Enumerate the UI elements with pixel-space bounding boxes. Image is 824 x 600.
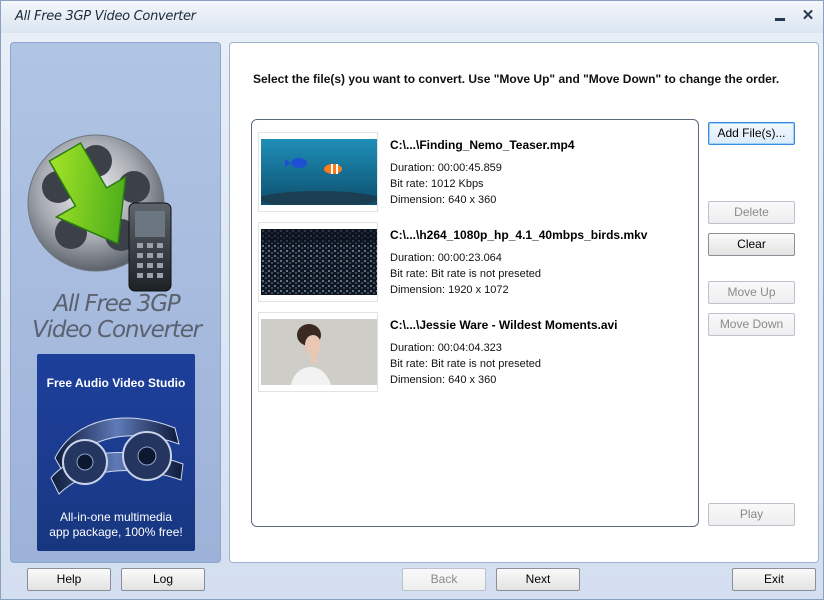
- file-duration: Duration: 00:04:04.323: [390, 342, 502, 354]
- main-panel: Select the file(s) you want to convert. …: [229, 42, 819, 563]
- close-button[interactable]: ✕: [797, 5, 819, 25]
- promo-desc-line1: All-in-one multimedia: [59, 510, 173, 524]
- file-list-item[interactable]: C:\...\Finding_Nemo_Teaser.mp4 Duration:…: [258, 132, 694, 214]
- promo-banner[interactable]: Free Audio Video Studio All-in-one multi…: [37, 354, 195, 551]
- add-files-button[interactable]: Add File(s)...: [708, 122, 795, 145]
- clear-button[interactable]: Clear: [708, 233, 795, 256]
- file-duration: Duration: 00:00:23.064: [390, 252, 502, 264]
- next-button[interactable]: Next: [496, 568, 580, 591]
- move-down-button[interactable]: Move Down: [708, 313, 795, 336]
- minimize-button[interactable]: [769, 5, 791, 25]
- file-bitrate: Bit rate: Bit rate is not preseted: [390, 268, 542, 280]
- help-button[interactable]: Help: [27, 568, 111, 591]
- file-name: C:\...\Jessie Ware - Wildest Moments.avi: [390, 318, 618, 332]
- log-button[interactable]: Log: [121, 568, 205, 591]
- promo-description: All-in-one multimedia app package, 100% …: [37, 510, 195, 540]
- file-bitrate: Bit rate: Bit rate is not preseted: [390, 358, 542, 370]
- exit-button[interactable]: Exit: [732, 568, 816, 591]
- app-logo: [21, 131, 201, 301]
- file-duration: Duration: 00:00:45.859: [390, 162, 502, 174]
- file-name: C:\...\Finding_Nemo_Teaser.mp4: [390, 138, 575, 152]
- file-dimension: Dimension: 640 x 360: [390, 374, 497, 386]
- close-icon: ✕: [801, 7, 815, 24]
- promo-desc-line2: app package, 100% free!: [49, 525, 183, 539]
- app-window: All Free 3GP Video Converter ✕ All Free …: [0, 0, 824, 600]
- file-list[interactable]: C:\...\Finding_Nemo_Teaser.mp4 Duration:…: [251, 119, 699, 527]
- video-thumbnail: [258, 312, 378, 392]
- file-name: C:\...\h264_1080p_hp_4.1_40mbps_birds.mk…: [390, 228, 648, 242]
- back-button[interactable]: Back: [402, 568, 486, 591]
- window-title: All Free 3GP Video Converter: [15, 9, 196, 24]
- file-dimension: Dimension: 1920 x 1072: [390, 284, 509, 296]
- logo-text-line1: All Free 3GP: [53, 291, 180, 317]
- minimize-icon: [775, 17, 785, 21]
- delete-button[interactable]: Delete: [708, 201, 795, 224]
- sidebar-panel: All Free 3GP Video Converter Free Audio …: [10, 42, 221, 563]
- film-reel-icon: [27, 134, 172, 292]
- instruction-text: Select the file(s) you want to convert. …: [253, 72, 780, 86]
- move-up-button[interactable]: Move Up: [708, 281, 795, 304]
- file-bitrate: Bit rate: 1012 Kbps: [390, 178, 484, 190]
- video-thumbnail: [258, 132, 378, 212]
- file-list-item[interactable]: C:\...\Jessie Ware - Wildest Moments.avi…: [258, 312, 694, 394]
- title-bar[interactable]: All Free 3GP Video Converter ✕: [1, 1, 823, 33]
- file-dimension: Dimension: 640 x 360: [390, 194, 497, 206]
- video-thumbnail: [258, 222, 378, 302]
- file-list-item[interactable]: C:\...\h264_1080p_hp_4.1_40mbps_birds.mk…: [258, 222, 694, 304]
- film-strip-icon: [45, 398, 187, 506]
- logo-text-line2: Video Converter: [32, 317, 202, 343]
- play-button[interactable]: Play: [708, 503, 795, 526]
- promo-title: Free Audio Video Studio: [46, 376, 186, 390]
